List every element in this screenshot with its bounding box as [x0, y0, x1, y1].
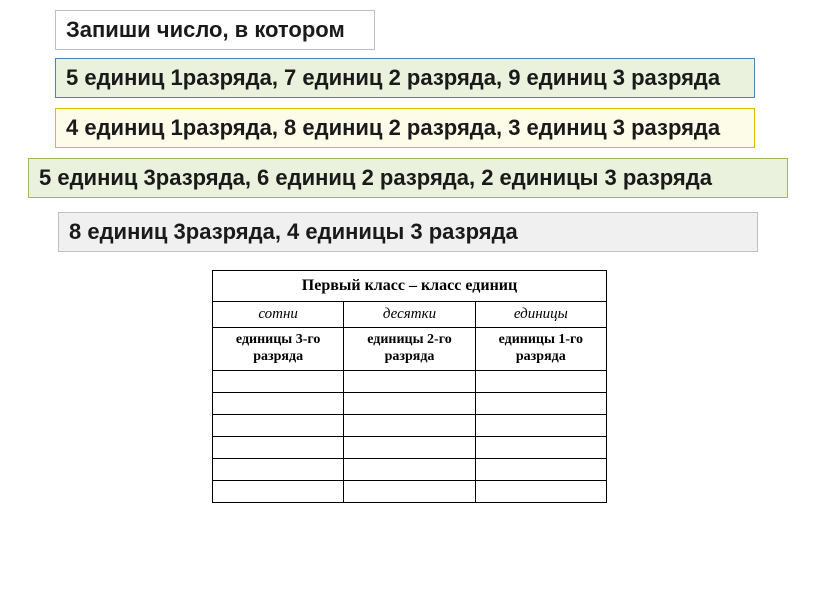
table-row	[213, 436, 607, 458]
task-line-1: 5 единиц 1разряда, 7 единиц 2 разряда, 9…	[55, 58, 755, 98]
table-unitheader-2: единицы 2-го разряда	[344, 328, 475, 371]
table-row	[213, 458, 607, 480]
table-row	[213, 480, 607, 502]
table-row	[213, 370, 607, 392]
table-row	[213, 392, 607, 414]
table-subheader-2: десятки	[344, 302, 475, 328]
task-line-3: 5 единиц 3разряда, 6 единиц 2 разряда, 2…	[28, 158, 788, 198]
table-header-title: Первый класс – класс единиц	[213, 271, 607, 302]
task-title: Запиши число, в котором	[55, 10, 375, 50]
table-subheader-3: единицы	[475, 302, 606, 328]
table-unitheader-1: единицы 3-го разряда	[213, 328, 344, 371]
table-row	[213, 414, 607, 436]
table-subheader-1: сотни	[213, 302, 344, 328]
place-value-table: Первый класс – класс единиц сотни десятк…	[212, 270, 607, 503]
task-line-4: 8 единиц 3разряда, 4 единицы 3 разряда	[58, 212, 758, 252]
table-unitheader-3: единицы 1-го разряда	[475, 328, 606, 371]
task-line-2: 4 единиц 1разряда, 8 единиц 2 разряда, 3…	[55, 108, 755, 148]
